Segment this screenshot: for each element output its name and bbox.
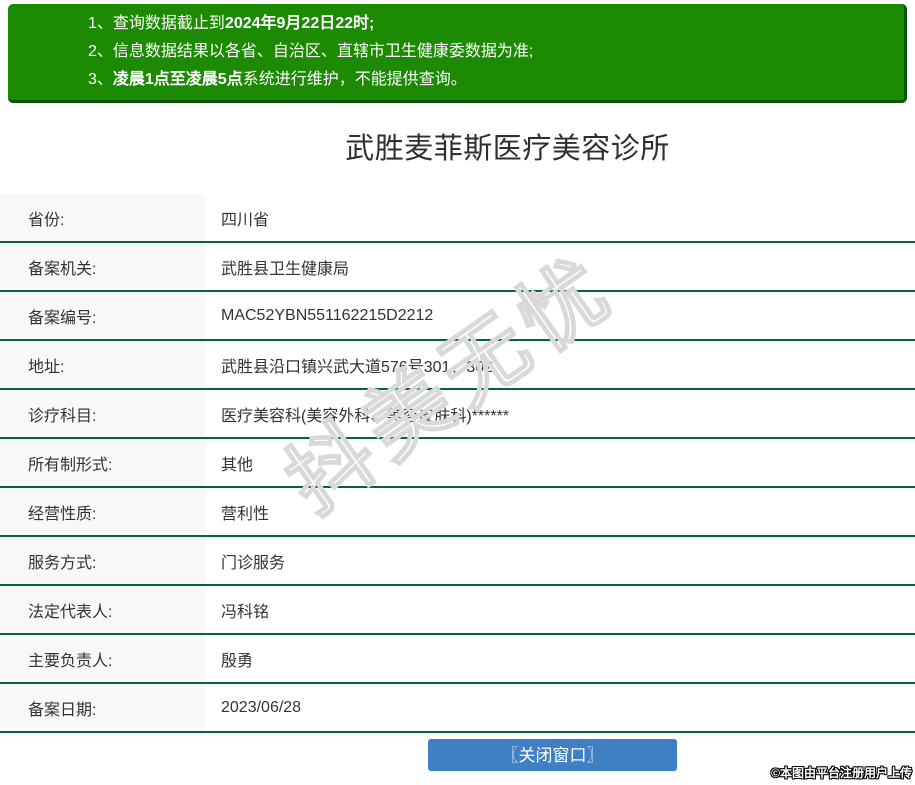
table-row: 主要负责人: 殷勇 xyxy=(0,635,915,684)
notice-item-text: 系统进行维护，不能提供查询。 xyxy=(242,71,467,88)
row-value: 医疗美容科(美容外科、美容皮肤科)****** xyxy=(221,407,510,425)
notice-item: 3、凌晨1点至凌晨5点系统进行维护，不能提供查询。 xyxy=(88,66,894,94)
table-row: 省份: 四川省 xyxy=(0,194,915,243)
notice-banner: 1、查询数据截止到2024年9月22日22时; 2、信息数据结果以各省、自治区、… xyxy=(8,4,907,103)
notice-item-bold-text: 2024年9月22日22时; xyxy=(224,15,375,32)
table-row: 所有制形式: 其他 xyxy=(0,439,915,488)
row-label: 主要负责人: xyxy=(0,635,205,682)
row-label: 备案日期: xyxy=(0,684,205,731)
row-label: 服务方式: xyxy=(0,537,205,584)
row-label: 所有制形式: xyxy=(0,439,205,486)
row-value: 冯科铭 xyxy=(221,603,270,621)
notice-item: 1、查询数据截止到2024年9月22日22时; xyxy=(88,10,894,38)
row-value: 营利性 xyxy=(221,505,270,523)
row-value: 2023/06/28 xyxy=(221,698,302,716)
table-row: 服务方式: 门诊服务 xyxy=(0,537,915,586)
table-row: 经营性质: 营利性 xyxy=(0,488,915,537)
page-title: 武胜麦菲斯医疗美容诊所 xyxy=(345,133,670,165)
row-value: 四川省 xyxy=(221,211,270,229)
table-row: 法定代表人: 冯科铭 xyxy=(0,586,915,635)
row-value: 其他 xyxy=(221,456,254,474)
row-label: 备案机关: xyxy=(0,243,205,290)
notice-item-text: 信息数据结果以各省、自治区、直辖市卫生健康委数据为准; xyxy=(112,43,534,60)
row-value: 殷勇 xyxy=(221,652,254,670)
row-label: 法定代表人: xyxy=(0,586,205,633)
row-label: 地址: xyxy=(0,341,205,388)
row-label: 经营性质: xyxy=(0,488,205,535)
notice-item-bold-text: 凌晨1点至凌晨5点 xyxy=(112,71,243,88)
table-row: 备案机关: 武胜县卫生健康局 xyxy=(0,243,915,292)
row-value: 武胜县沿口镇兴武大道576号301、302 xyxy=(221,358,494,376)
notice-item-number: 1、 xyxy=(88,15,113,32)
row-label: 省份: xyxy=(0,194,205,241)
notice-item-number: 3、 xyxy=(88,71,113,88)
table-row: 地址: 武胜县沿口镇兴武大道576号301、302 xyxy=(0,341,915,390)
row-value: 武胜县卫生健康局 xyxy=(221,260,350,278)
row-value: MAC52YBN551162215D2212 xyxy=(221,306,434,324)
table-row: 备案编号: MAC52YBN551162215D2212 xyxy=(0,292,915,341)
row-label: 诊疗科目: xyxy=(0,390,205,437)
copyright-watermark: ©本图由平台注册用户上传 xyxy=(771,766,912,780)
notice-item-number: 2、 xyxy=(88,43,113,60)
notice-item-text: 查询数据截止到 xyxy=(112,15,225,32)
table-row: 诊疗科目: 医疗美容科(美容外科、美容皮肤科)****** xyxy=(0,390,915,439)
notice-item: 2、信息数据结果以各省、自治区、直辖市卫生健康委数据为准; xyxy=(88,38,894,66)
close-window-button[interactable]: 〖关闭窗口〗 xyxy=(428,739,677,771)
row-label: 备案编号: xyxy=(0,292,205,339)
table-row: 备案日期: 2023/06/28 xyxy=(0,684,915,733)
info-table: 省份: 四川省 备案机关: 武胜县卫生健康局 备案编号: MAC52YBN551… xyxy=(0,194,915,733)
row-value: 门诊服务 xyxy=(221,554,286,572)
